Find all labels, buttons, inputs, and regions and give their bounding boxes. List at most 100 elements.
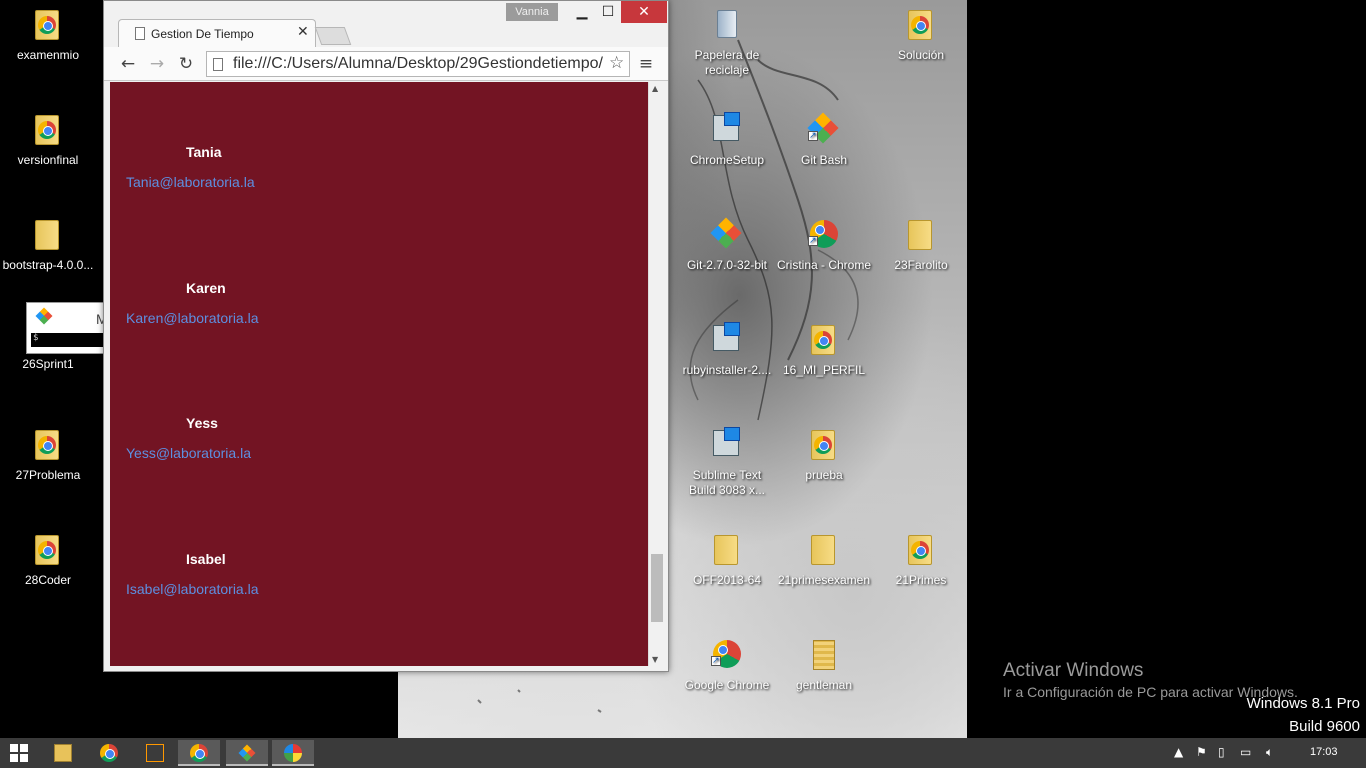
desktop-icon-21primesexamen[interactable]: 21primesexamen <box>776 531 872 588</box>
git-bash-icon <box>804 111 844 151</box>
desktop-icon-label: 26Sprint1 <box>22 357 74 371</box>
installer-icon <box>707 426 747 466</box>
desktop-icon-google-chrome[interactable]: Google Chrome <box>679 636 775 693</box>
folder-chrome-icon <box>28 426 68 466</box>
activation-title: Activar Windows <box>1003 660 1144 681</box>
chrome-window: Vannia ▁ ☐ ✕ Gestion De Tiempo ✕ ← → ↻ f… <box>103 0 669 672</box>
address-bar[interactable]: file:///C:/Users/Alumna/Desktop/29Gestio… <box>206 51 630 77</box>
desktop-icon-solucion[interactable]: Solución <box>873 6 969 63</box>
browser-toolbar: ← → ↻ file:///C:/Users/Alumna/Desktop/29… <box>104 47 668 81</box>
desktop-icon-prueba[interactable]: prueba <box>776 426 872 483</box>
reload-icon[interactable]: ↻ <box>174 52 198 76</box>
close-tab-icon[interactable]: ✕ <box>297 24 309 40</box>
tab-gestion-de-tiempo[interactable]: Gestion De Tiempo ✕ <box>118 19 316 47</box>
chrome-icon <box>100 744 118 762</box>
desktop-icon-label: 27Problema <box>15 468 81 482</box>
chrome-app-icon <box>190 744 208 762</box>
taskbar-sublime-text[interactable] <box>134 740 176 766</box>
scroll-down-icon[interactable]: ▼ <box>652 655 658 664</box>
desktop-icon-git-installer[interactable]: Git-2.7.0-32-bit <box>679 216 775 273</box>
network-icon[interactable]: ▭ <box>1240 745 1251 759</box>
taskbar-chrome[interactable] <box>88 740 130 766</box>
url-text[interactable]: file:///C:/Users/Alumna/Desktop/29Gestio… <box>233 55 603 73</box>
sublime-text-icon <box>146 744 164 762</box>
desktop-icon-21primes[interactable]: 21Primes <box>873 531 969 588</box>
taskbar-chrome-active[interactable] <box>178 740 220 766</box>
vertical-scrollbar[interactable]: ▲ ▼ <box>648 82 664 666</box>
chrome-icon <box>707 636 747 676</box>
folder-chrome-icon <box>901 531 941 571</box>
desktop-icon-git-bash[interactable]: Git Bash <box>776 111 872 168</box>
contact-name: Tania <box>186 144 222 160</box>
profile-button[interactable]: Vannia <box>506 3 558 21</box>
desktop-icon-label: versionfinal <box>17 153 79 167</box>
desktop-icon-bootstrap[interactable]: bootstrap-4.0.0... <box>0 216 96 273</box>
desktop-icon-26sprint1[interactable]: 26Sprint1 <box>0 357 96 372</box>
git-terminal-prompt: $ <box>31 333 103 347</box>
close-window-button[interactable]: ✕ <box>621 1 667 23</box>
desktop-icon-rubyinstaller[interactable]: rubyinstaller-2.... <box>679 321 775 378</box>
taskbar-file-explorer[interactable] <box>42 740 84 766</box>
maximize-button[interactable]: ☐ <box>594 1 622 23</box>
desktop-icon-gentleman[interactable]: gentleman <box>776 636 872 693</box>
forward-arrow-icon[interactable]: → <box>145 52 169 76</box>
git-bash-window-thumbnail[interactable]: M $ <box>26 302 108 354</box>
git-bash-icon <box>35 307 53 325</box>
desktop-icon-label: rubyinstaller-2.... <box>682 363 772 377</box>
back-arrow-icon[interactable]: ← <box>116 52 140 76</box>
desktop-icon-label: 16_MI_PERFIL <box>782 363 866 377</box>
taskbar-paint[interactable] <box>272 740 314 766</box>
desktop-icon-label: Git Bash <box>800 153 848 167</box>
desktop-icon-versionfinal[interactable]: versionfinal <box>0 111 96 168</box>
folder-chrome-icon <box>28 531 68 571</box>
taskbar-clock[interactable]: 17:03 <box>1310 746 1338 758</box>
desktop-icon-16-mi-perfil[interactable]: 16_MI_PERFIL <box>776 321 872 378</box>
desktop-icon-sublime-installer[interactable]: Sublime Text Build 3083 x... <box>679 426 775 498</box>
contact-email-link[interactable]: Tania@laboratoria.la <box>126 174 255 190</box>
action-center-flag-icon[interactable]: ⚑ <box>1196 745 1207 759</box>
contact-email-link[interactable]: Karen@laboratoria.la <box>126 310 259 326</box>
start-button[interactable] <box>10 744 28 762</box>
scrollbar-thumb[interactable] <box>651 554 663 622</box>
window-titlebar[interactable]: Vannia ▁ ☐ ✕ Gestion De Tiempo ✕ <box>104 1 668 47</box>
desktop-icon-examenmio[interactable]: examenmio <box>0 6 96 63</box>
desktop-icon-label: Google Chrome <box>684 678 770 692</box>
desktop-icon-cristina-chrome[interactable]: Cristina - Chrome <box>776 216 872 273</box>
contact-name: Karen <box>186 280 226 296</box>
contact-entry: Tania Tania@laboratoria.la <box>110 144 648 244</box>
installer-icon <box>707 321 747 361</box>
installer-icon <box>707 111 747 151</box>
taskbar: ▲ ⚑ ▯ ▭ 🔈︎ 17:03 <box>0 738 1366 768</box>
folder-chrome-icon <box>804 426 844 466</box>
contact-email-link[interactable]: Isabel@laboratoria.la <box>126 581 259 597</box>
desktop-icon-chromesetup[interactable]: ChromeSetup <box>679 111 775 168</box>
zip-folder-icon <box>804 636 844 676</box>
minimize-button[interactable]: ▁ <box>568 1 596 23</box>
folder-icon <box>901 216 941 256</box>
menu-icon[interactable]: ≡ <box>634 52 658 76</box>
folder-chrome-icon <box>804 321 844 361</box>
desktop-icon-23farolito[interactable]: 23Farolito <box>873 216 969 273</box>
desktop-icon-27problema[interactable]: 27Problema <box>0 426 96 483</box>
bookmark-star-icon[interactable]: ☆ <box>609 53 624 73</box>
windows-build: Build 9600 <box>1289 718 1360 735</box>
taskbar-git-bash[interactable] <box>226 740 268 766</box>
git-icon <box>707 216 747 256</box>
file-explorer-icon <box>54 744 72 762</box>
desktop-icon-28coder[interactable]: 28Coder <box>0 531 96 588</box>
desktop-icon-label: Papelera de reciclaje <box>694 48 760 77</box>
volume-icon[interactable]: 🔈︎ <box>1266 745 1273 760</box>
desktop-icon-label: Git-2.7.0-32-bit <box>686 258 768 272</box>
contact-name: Yess <box>186 415 218 431</box>
desktop-icon-label: 23Farolito <box>894 258 948 272</box>
power-icon[interactable]: ▯ <box>1218 745 1225 759</box>
desktop-icon-recycle-bin[interactable]: Papelera de reciclaje <box>679 6 775 78</box>
windows-version: Windows 8.1 Pro Build 9600 <box>1247 692 1360 738</box>
contact-email-link[interactable]: Yess@laboratoria.la <box>126 445 251 461</box>
new-tab-button[interactable] <box>314 27 352 45</box>
show-hidden-icons-icon[interactable]: ▲ <box>1174 745 1183 759</box>
desktop-icon-off2013[interactable]: OFF2013-64 <box>679 531 775 588</box>
desktop-icon-label: OFF2013-64 <box>692 573 762 587</box>
scroll-up-icon[interactable]: ▲ <box>652 84 658 93</box>
folder-chrome-icon <box>28 6 68 46</box>
